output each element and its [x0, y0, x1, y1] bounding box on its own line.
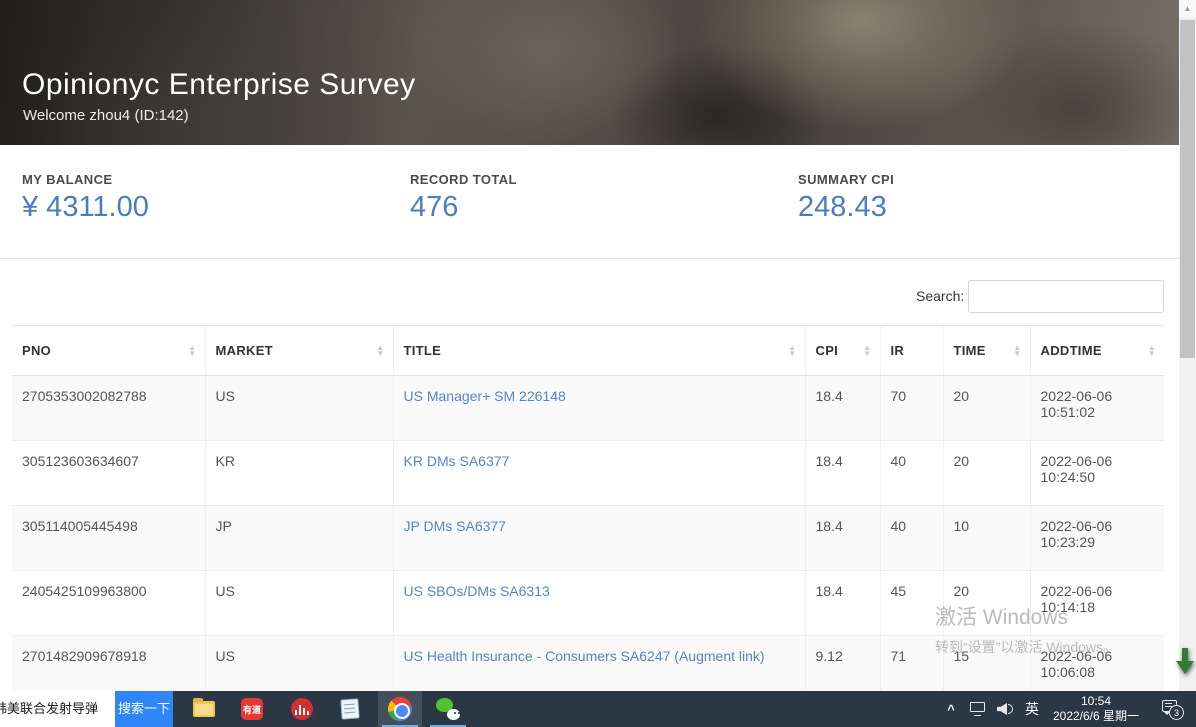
cell-market: JP	[205, 506, 393, 571]
music-app-button[interactable]	[280, 691, 324, 727]
notepad-icon	[340, 698, 359, 719]
desktop-screen: Opinionyc Enterprise Survey Welcome zhou…	[0, 0, 1196, 727]
column-header-time[interactable]: TIME▲▼	[943, 326, 1030, 376]
cell-pno: 2705353002082788	[12, 376, 205, 441]
network-icon	[970, 702, 987, 716]
search-label: Search:	[916, 288, 964, 304]
sort-icon: ▲▼	[1148, 345, 1156, 357]
table-row: 305123603634607 KR KR DMs SA6377 18.4 40…	[12, 441, 1164, 506]
network-tray-button[interactable]	[964, 691, 992, 727]
chrome-icon	[388, 697, 412, 721]
section-divider	[0, 258, 1196, 259]
stat-record-total: RECORD TOTAL 476	[410, 172, 517, 224]
stat-label: MY BALANCE	[22, 172, 149, 187]
column-header-ir[interactable]: IR	[880, 326, 943, 376]
table-row: 2705353002082788 US US Manager+ SM 22614…	[12, 376, 1164, 441]
column-header-cpi[interactable]: CPI▲▼	[805, 326, 880, 376]
survey-link[interactable]: US Manager+ SM 226148	[404, 388, 566, 404]
input-language-button[interactable]: 英	[1020, 691, 1044, 727]
sort-icon: ▲▼	[863, 345, 871, 357]
volume-icon	[997, 702, 1015, 716]
sort-icon: ▲▼	[376, 345, 384, 357]
scrollbar-thumb[interactable]	[1180, 20, 1195, 358]
page-title: Opinionyc Enterprise Survey	[22, 68, 416, 102]
cell-title: US SBOs/DMs SA6313	[393, 571, 805, 636]
green-down-arrow-icon[interactable]	[1176, 646, 1194, 678]
cell-addtime: 2022-06-06 10:51:02	[1030, 376, 1164, 441]
stat-label: SUMMARY CPI	[798, 172, 894, 187]
music-icon	[291, 698, 313, 720]
cell-title: US Manager+ SM 226148	[393, 376, 805, 441]
taskbar-search-button[interactable]: 搜索一下	[115, 691, 173, 727]
column-header-title[interactable]: TITLE▲▼	[393, 326, 805, 376]
cell-pno: 305123603634607	[12, 441, 205, 506]
youdao-icon: 有道	[241, 698, 263, 720]
cell-pno: 305114005445498	[12, 506, 205, 571]
stat-summary-cpi: SUMMARY CPI 248.43	[798, 172, 894, 224]
notification-badge: 3	[1169, 705, 1184, 720]
stat-label: RECORD TOTAL	[410, 172, 517, 187]
cell-addtime: 2022-06-06 10:14:18	[1030, 571, 1164, 636]
cell-addtime: 2022-06-06 10:24:50	[1030, 441, 1164, 506]
cell-time: 20	[943, 376, 1030, 441]
cell-cpi: 18.4	[805, 441, 880, 506]
chrome-button[interactable]	[378, 691, 422, 727]
scrollbar[interactable]: ▲	[1179, 0, 1196, 691]
stat-value: 476	[410, 191, 517, 224]
cell-cpi: 18.4	[805, 571, 880, 636]
cell-cpi: 18.4	[805, 506, 880, 571]
cell-time: 10	[943, 506, 1030, 571]
folder-icon	[193, 701, 215, 717]
cell-market: US	[205, 376, 393, 441]
cell-title: KR DMs SA6377	[393, 441, 805, 506]
search-input[interactable]	[968, 280, 1164, 313]
cell-ir: 40	[880, 506, 943, 571]
survey-link[interactable]: KR DMs SA6377	[404, 453, 510, 469]
cell-cpi: 18.4	[805, 376, 880, 441]
cell-market: KR	[205, 441, 393, 506]
action-center-button[interactable]: 3	[1152, 691, 1192, 727]
date-text: 2022/6/6 星期一	[1053, 709, 1139, 724]
stat-my-balance: MY BALANCE ¥ 4311.00	[22, 172, 149, 224]
sort-icon: ▲▼	[788, 345, 796, 357]
cell-ir: 40	[880, 441, 943, 506]
survey-link[interactable]: US Health Insurance - Consumers SA6247 (…	[404, 648, 765, 664]
table-row: 2405425109963800 US US SBOs/DMs SA6313 1…	[12, 571, 1164, 636]
cell-market: US	[205, 571, 393, 636]
wechat-icon	[436, 698, 460, 720]
notification-icon: 3	[1162, 700, 1182, 718]
cell-addtime: 2022-06-06 10:23:29	[1030, 506, 1164, 571]
cell-time: 20	[943, 441, 1030, 506]
cell-ir: 70	[880, 376, 943, 441]
cell-title: JP DMs SA6377	[393, 506, 805, 571]
cell-pno: 2405425109963800	[12, 571, 205, 636]
windows-taskbar: 韩美联合发射导弹 搜索一下 有道 ^	[0, 691, 1196, 727]
cell-time: 20	[943, 571, 1030, 636]
volume-tray-button[interactable]	[992, 691, 1020, 727]
taskbar-search-input[interactable]: 韩美联合发射导弹	[0, 691, 115, 727]
hero-banner: Opinionyc Enterprise Survey Welcome zhou…	[0, 0, 1196, 145]
column-header-pno[interactable]: PNO▲▼	[12, 326, 205, 376]
wechat-button[interactable]	[426, 691, 470, 727]
stat-value: ¥ 4311.00	[22, 191, 149, 224]
stat-value: 248.43	[798, 191, 894, 224]
file-explorer-button[interactable]	[182, 691, 226, 727]
welcome-text: Welcome zhou4 (ID:142)	[23, 107, 189, 124]
sort-icon: ▲▼	[188, 345, 196, 357]
notepad-button[interactable]	[328, 691, 372, 727]
survey-link[interactable]: JP DMs SA6377	[404, 518, 506, 534]
survey-link[interactable]: US SBOs/DMs SA6313	[404, 583, 550, 599]
table-row: 305114005445498 JP JP DMs SA6377 18.4 40…	[12, 506, 1164, 571]
column-header-market[interactable]: MARKET▲▼	[205, 326, 393, 376]
youdao-button[interactable]: 有道	[230, 691, 274, 727]
survey-table: PNO▲▼ MARKET▲▼ TITLE▲▼ CPI▲▼ IR TIME▲▼ A…	[12, 325, 1164, 701]
column-header-addtime[interactable]: ADDTIME▲▼	[1030, 326, 1164, 376]
table-header-row: PNO▲▼ MARKET▲▼ TITLE▲▼ CPI▲▼ IR TIME▲▼ A…	[12, 326, 1164, 376]
sort-icon: ▲▼	[1013, 345, 1021, 357]
time-text: 10:54	[1081, 694, 1111, 709]
tray-expand-chevron[interactable]: ^	[938, 691, 964, 727]
scroll-up-arrow-icon[interactable]: ▲	[1179, 0, 1196, 17]
cell-ir: 45	[880, 571, 943, 636]
taskbar-clock[interactable]: 10:54 2022/6/6 星期一	[1046, 691, 1146, 727]
